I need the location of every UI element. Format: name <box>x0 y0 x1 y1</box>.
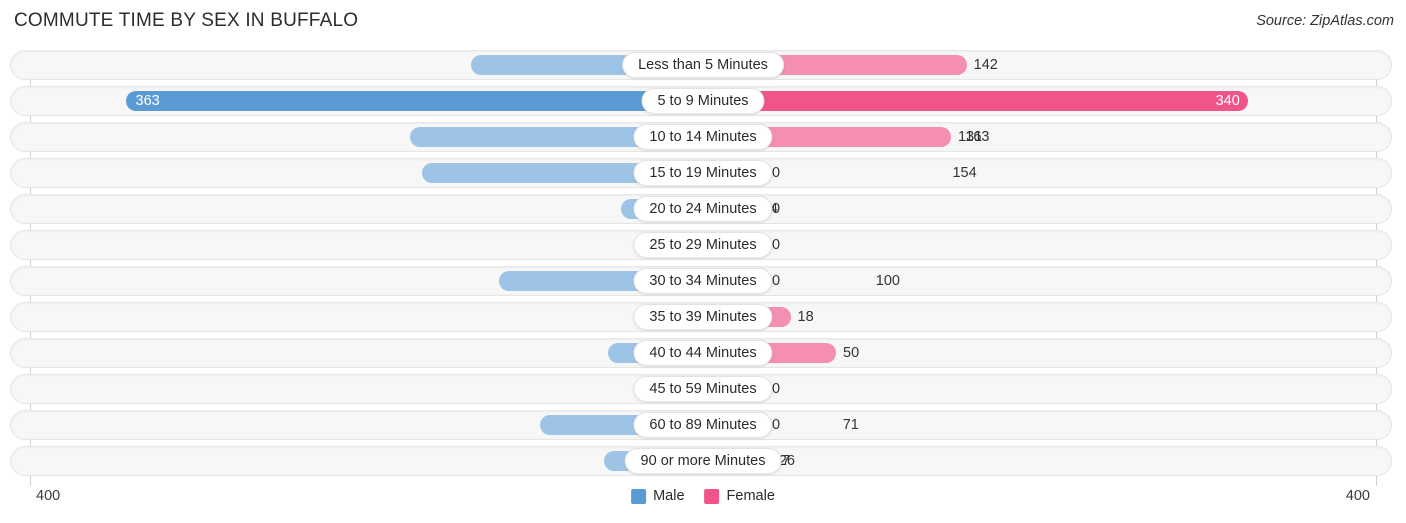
bar-row: 363 340 5 to 9 Minutes <box>0 86 1406 116</box>
legend-swatch-icon <box>704 488 720 504</box>
bar-row: 0025 to 29 Minutes <box>0 230 1406 260</box>
legend-label: Female <box>726 488 775 504</box>
page-title: COMMUTE TIME BY SEX IN BUFFALO <box>14 10 359 31</box>
legend-label: Male <box>653 488 685 504</box>
category-label-pill: 35 to 39 Minutes <box>633 304 773 330</box>
chart-header: COMMUTE TIME BY SEX IN BUFFALO Source: Z… <box>0 0 1406 46</box>
category-label-pill: 25 to 29 Minutes <box>633 232 773 258</box>
chart-footer: 400 400 Male Female <box>0 480 1406 523</box>
bar-row: 120142Less than 5 Minutes <box>0 50 1406 80</box>
chart-root: COMMUTE TIME BY SEX IN BUFFALO Source: Z… <box>0 0 1406 523</box>
bar-value-male: 154 <box>952 165 977 181</box>
legend-item[interactable]: Female <box>704 488 775 504</box>
bar-value-female: 0 <box>772 201 781 217</box>
category-label-pill: 10 to 14 Minutes <box>633 124 773 150</box>
bar-value-female: 0 <box>772 273 781 289</box>
bar-value-female: 0 <box>772 417 781 433</box>
bar-value-female: 131 <box>958 129 983 145</box>
category-label-pill: 20 to 24 Minutes <box>633 196 773 222</box>
bar-value-female: 18 <box>797 309 814 325</box>
category-label-pill: 15 to 19 Minutes <box>633 160 773 186</box>
bar-row: 100 0 30 to 34 Minutes <box>0 266 1406 296</box>
bar-rows: 120142Less than 5 Minutes3633405 to 9 Mi… <box>0 50 1406 482</box>
bar-row: 14020 to 24 Minutes <box>0 194 1406 224</box>
bar-value-female: 7 <box>781 453 791 469</box>
bar-value-female: 142 <box>973 57 998 73</box>
legend-swatch-icon <box>631 488 647 504</box>
axis-tick-right: 400 <box>1345 488 1370 504</box>
bar-row: 01835 to 39 Minutes <box>0 302 1406 332</box>
bar-value-female: 0 <box>772 165 781 181</box>
bar-row: 235040 to 44 Minutes <box>0 338 1406 368</box>
bar-row: 26 7 90 or more Minutes <box>0 446 1406 476</box>
bar-value-female: 50 <box>843 345 860 361</box>
bar-value-male: 363 <box>135 93 160 109</box>
bar-value-female: 0 <box>772 381 781 397</box>
bar-value-female: 0 <box>772 237 781 253</box>
axis-tick-left: 400 <box>36 488 61 504</box>
bar-row: 154 0 15 to 19 Minutes <box>0 158 1406 188</box>
category-label-pill: Less than 5 Minutes <box>622 52 784 78</box>
chart-legend: Male Female <box>631 488 775 504</box>
bar-row: 71 0 60 to 89 Minutes <box>0 410 1406 440</box>
bar-value-female: 340 <box>1215 93 1240 109</box>
category-label-pill: 30 to 34 Minutes <box>633 268 773 294</box>
legend-item[interactable]: Male <box>631 488 685 504</box>
plot-area: 120142Less than 5 Minutes3633405 to 9 Mi… <box>0 46 1406 486</box>
bar-male[interactable] <box>125 91 703 111</box>
category-label-pill: 90 or more Minutes <box>624 448 782 474</box>
bar-row: 163 131 10 to 14 Minutes <box>0 122 1406 152</box>
category-label-pill: 60 to 89 Minutes <box>633 412 773 438</box>
source-attribution: Source: ZipAtlas.com <box>1256 13 1394 29</box>
category-label-pill: 45 to 59 Minutes <box>633 376 773 402</box>
bar-row: 0045 to 59 Minutes <box>0 374 1406 404</box>
bar-female[interactable] <box>703 91 1248 111</box>
category-label-pill: 5 to 9 Minutes <box>641 88 765 114</box>
category-label-pill: 40 to 44 Minutes <box>633 340 773 366</box>
